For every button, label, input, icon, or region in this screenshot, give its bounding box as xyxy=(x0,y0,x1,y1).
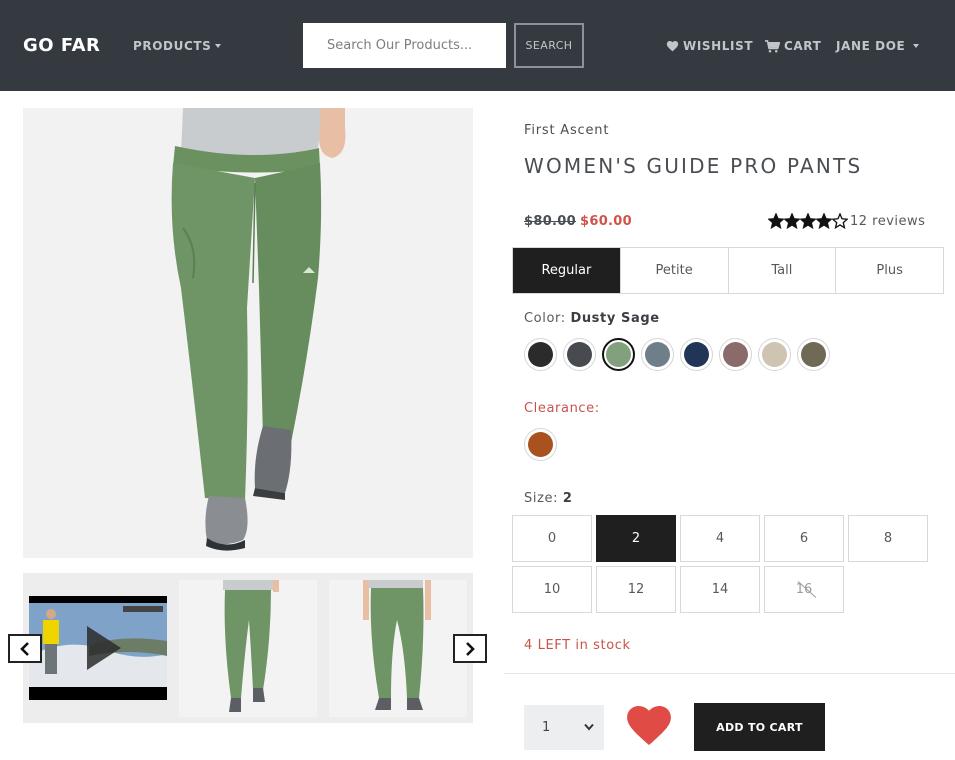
user-menu-label: JANE DOE xyxy=(836,39,906,53)
quantity-select[interactable]: 1 xyxy=(524,705,604,750)
size-option-12[interactable]: 12 xyxy=(596,566,676,613)
add-to-wishlist-heart-icon[interactable] xyxy=(626,706,672,750)
product-title: WOMEN'S GUIDE PRO PANTS xyxy=(524,154,863,178)
cart-label: CART xyxy=(784,39,822,53)
size-option-10[interactable]: 10 xyxy=(512,566,592,613)
chevron-down-icon xyxy=(584,723,594,731)
color-swatch-dot xyxy=(528,342,553,367)
quantity-value: 1 xyxy=(542,720,551,735)
selected-color-name: Dusty Sage xyxy=(570,311,660,326)
fit-tab-petite[interactable]: Petite xyxy=(619,248,728,293)
size-option-4[interactable]: 4 xyxy=(680,515,760,562)
color-swatch[interactable] xyxy=(524,338,557,371)
thumbnail-pants-back-image xyxy=(363,580,431,710)
sale-price: $60.00 xyxy=(580,214,632,229)
star-filled-icon xyxy=(768,213,784,229)
video-thumbnail-image xyxy=(29,603,167,687)
color-swatch-dot xyxy=(567,342,592,367)
size-option-8[interactable]: 8 xyxy=(848,515,928,562)
thumbnail-pants-front[interactable] xyxy=(179,580,317,717)
color-swatch[interactable] xyxy=(719,338,752,371)
star-empty-icon xyxy=(832,213,848,229)
wishlist-link[interactable]: WISHLIST xyxy=(666,39,753,53)
pants-photo xyxy=(171,108,346,551)
color-swatch-dot xyxy=(762,342,787,367)
size-option-14[interactable]: 14 xyxy=(680,566,760,613)
color-label-prefix: Color: xyxy=(524,311,566,326)
color-swatch-dot xyxy=(606,342,631,367)
brand-logo[interactable]: GO FAR xyxy=(23,35,100,56)
color-swatch[interactable] xyxy=(563,338,596,371)
products-menu[interactable]: PRODUCTS xyxy=(133,39,222,53)
next-thumbnail-button[interactable] xyxy=(453,634,487,663)
star-rating[interactable] xyxy=(768,213,848,229)
size-option-0[interactable]: 0 xyxy=(512,515,592,562)
star-filled-icon xyxy=(800,213,816,229)
color-swatch[interactable] xyxy=(758,338,791,371)
selected-size: 2 xyxy=(562,491,573,506)
color-swatch[interactable] xyxy=(680,338,713,371)
cart-icon xyxy=(765,39,780,52)
products-menu-label: PRODUCTS xyxy=(133,39,212,53)
main-product-image[interactable] xyxy=(23,108,473,558)
previous-thumbnail-button[interactable] xyxy=(8,634,42,663)
chevron-right-icon xyxy=(466,641,475,656)
star-filled-icon xyxy=(784,213,800,229)
top-navbar: GO FAR PRODUCTS SEARCH WISHLIST CART JAN… xyxy=(0,0,955,91)
search-input[interactable] xyxy=(303,23,506,68)
color-swatch[interactable] xyxy=(602,338,635,371)
fit-tab-regular[interactable]: Regular xyxy=(513,248,620,293)
heart-icon xyxy=(666,40,679,52)
star-filled-icon xyxy=(816,213,832,229)
clearance-swatch-dot xyxy=(528,432,553,457)
clearance-color-swatch[interactable] xyxy=(524,428,557,461)
color-swatch-dot xyxy=(645,342,670,367)
caret-down-icon xyxy=(215,44,222,48)
color-swatch[interactable] xyxy=(641,338,674,371)
user-menu[interactable]: JANE DOE xyxy=(836,39,920,53)
size-label-prefix: Size: xyxy=(524,491,559,506)
original-price: $80.00 xyxy=(524,214,576,229)
size-option-2[interactable]: 2 xyxy=(596,515,676,562)
fit-tab-plus[interactable]: Plus xyxy=(835,248,943,293)
reviews-link[interactable]: 12 reviews xyxy=(850,214,925,229)
color-swatch-dot xyxy=(684,342,709,367)
thumbnail-pants-front-image xyxy=(223,580,279,712)
cart-link[interactable]: CART xyxy=(765,39,821,53)
chevron-left-icon xyxy=(20,641,29,656)
search-button[interactable]: SEARCH xyxy=(514,23,584,68)
color-label: Color: Dusty Sage xyxy=(524,311,660,326)
size-option-16: 16 xyxy=(764,566,844,613)
color-swatch-dot xyxy=(723,342,748,367)
thumbnail-strip xyxy=(23,573,473,723)
stock-status: 4 LEFT in stock xyxy=(524,638,631,653)
fit-tabs: Regular Petite Tall Plus xyxy=(512,247,944,294)
color-swatch-dot xyxy=(801,342,826,367)
size-option-6[interactable]: 6 xyxy=(764,515,844,562)
wishlist-label: WISHLIST xyxy=(683,39,754,53)
divider xyxy=(504,673,955,674)
color-swatch[interactable] xyxy=(797,338,830,371)
size-label: Size: 2 xyxy=(524,491,572,506)
fit-tab-tall[interactable]: Tall xyxy=(727,248,836,293)
thumbnail-pants-back[interactable] xyxy=(329,580,467,717)
add-to-cart-button[interactable]: ADD TO CART xyxy=(694,703,825,751)
product-brand[interactable]: First Ascent xyxy=(524,123,609,138)
video-thumbnail[interactable] xyxy=(29,596,167,700)
caret-down-icon xyxy=(913,44,920,48)
clearance-label: Clearance: xyxy=(524,401,600,416)
